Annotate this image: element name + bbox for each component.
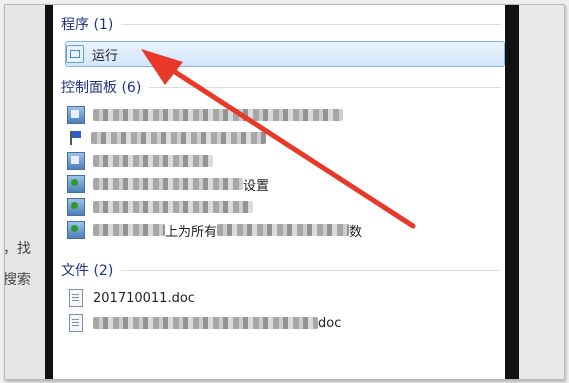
divider (121, 269, 501, 271)
background-text-2: 搜索 (4, 272, 31, 288)
window-edge-left (45, 5, 53, 379)
result-item-file-2[interactable]: doc (67, 312, 503, 334)
background-document: ，找 搜索 (5, 5, 45, 379)
result-item-control-panel-2[interactable] (67, 127, 503, 149)
result-item-label: 201710011.doc (93, 290, 195, 306)
result-item-control-panel-3[interactable] (67, 150, 503, 172)
result-item-control-panel-1[interactable] (67, 104, 503, 126)
result-item-control-panel-5[interactable] (67, 196, 503, 218)
files-group-header: 文件 (2) (61, 260, 501, 280)
control-panel-icon (67, 106, 85, 124)
blurred-label (93, 155, 213, 167)
control-panel-icon (67, 175, 85, 193)
blurred-label (93, 109, 343, 121)
run-icon (66, 45, 84, 63)
result-item-control-panel-4[interactable]: 设置 (67, 173, 503, 195)
divider (149, 86, 501, 88)
window-edge-right (505, 5, 519, 379)
programs-group-title: 程序 (1) (61, 17, 114, 33)
result-item-label-fragment: 数 (349, 224, 363, 240)
result-item-control-panel-6[interactable]: 上为所有 数 (67, 219, 503, 241)
result-item-label-fragment: 上为所有 (165, 224, 218, 240)
document-icon (69, 314, 83, 332)
result-item-label: 运行 (92, 48, 119, 64)
blurred-label (93, 201, 253, 213)
control-panel-icon (67, 198, 85, 216)
blurred-label (93, 224, 165, 236)
control-panel-group-header: 控制面板 (6) (61, 77, 501, 97)
programs-group-header: 程序 (1) (61, 14, 501, 34)
result-item-file-1[interactable]: 201710011.doc (67, 287, 503, 309)
blurred-label (91, 132, 266, 144)
result-item-label-fragment: 设置 (243, 178, 270, 194)
control-panel-icon (67, 152, 85, 170)
result-item-label-fragment: doc (318, 315, 342, 331)
files-group-title: 文件 (2) (61, 263, 114, 279)
screenshot-frame: ，找 搜索 程序 (1) 运行 控制面板 (6) 设置 上为所有 数 文件 (2… (4, 4, 565, 380)
flag-icon (67, 130, 83, 146)
blurred-label (217, 224, 350, 236)
start-search-results-panel: 程序 (1) 运行 控制面板 (6) 设置 上为所有 数 文件 (2) 2017… (53, 5, 505, 379)
divider (121, 23, 501, 25)
background-text-1: ，找 (4, 241, 31, 257)
control-panel-icon (67, 221, 85, 239)
result-item-run[interactable]: 运行 (65, 41, 505, 67)
blurred-label (93, 317, 318, 329)
background-right (519, 5, 564, 379)
document-icon (69, 289, 83, 307)
control-panel-group-title: 控制面板 (6) (61, 80, 142, 96)
blurred-label (93, 178, 243, 190)
